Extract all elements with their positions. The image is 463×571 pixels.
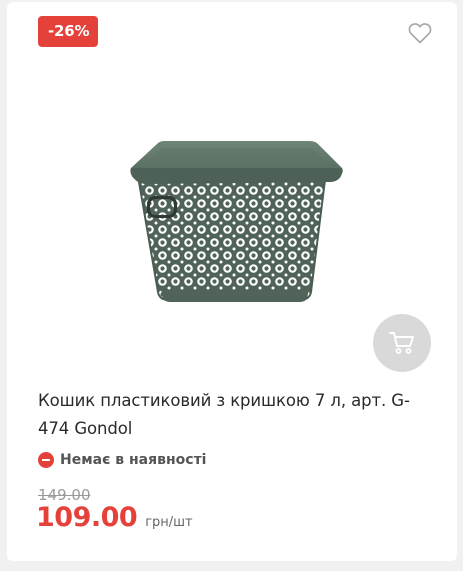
favorite-button[interactable] [408,22,432,44]
add-to-cart-button[interactable] [373,314,431,372]
unavailable-icon [38,452,54,468]
shopping-cart-icon [389,332,414,354]
availability-status: Немає в наявності [38,450,206,470]
product-image[interactable] [117,132,357,322]
product-card[interactable]: -26% Кошик пластиковий з кришкою 7 л, ар… [7,2,457,561]
availability-text: Немає в наявності [60,452,207,468]
heart-outline-icon [408,23,432,44]
basket-image [130,141,343,302]
price-unit: грн/шт [145,515,193,530]
current-price: 109.00 [36,502,138,533]
discount-badge: -26% [38,16,99,47]
product-title[interactable]: Кошик пластиковий з кришкою 7 л, арт. G-… [38,387,438,443]
price-row: 109.00 грн/шт [36,502,193,533]
